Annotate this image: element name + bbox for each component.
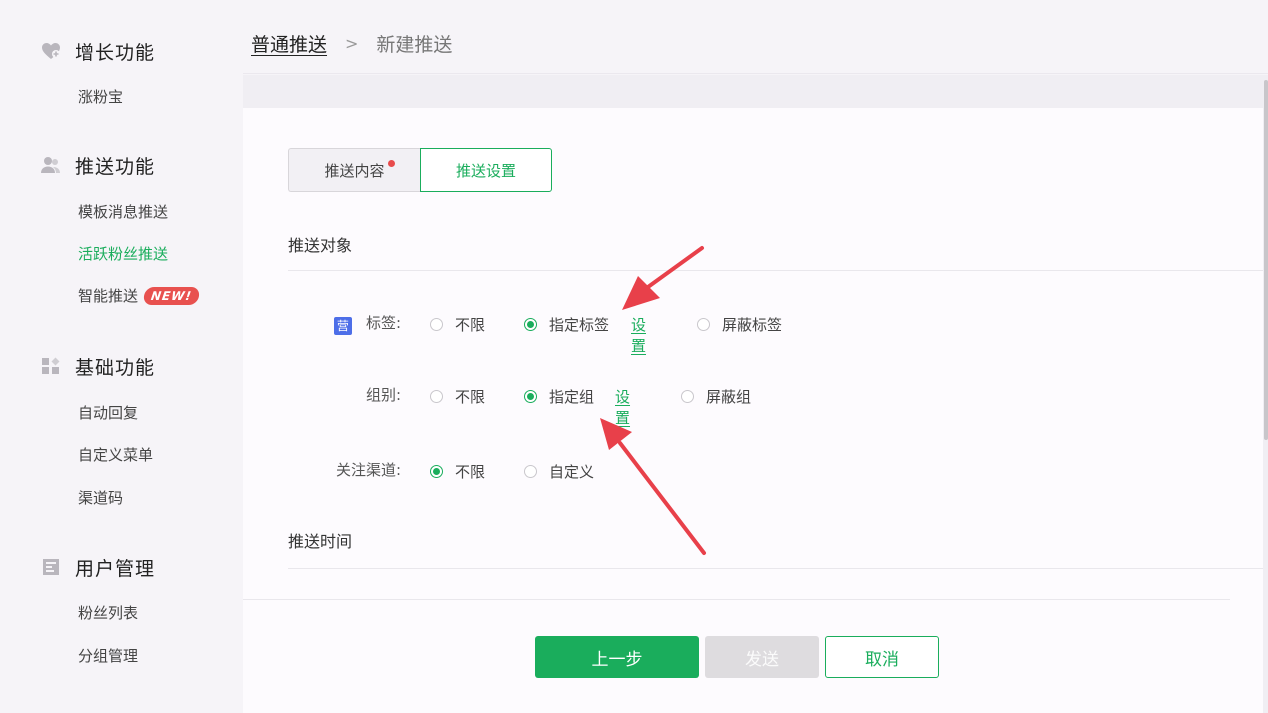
section-title-target: 推送对象 (288, 236, 353, 255)
send-button[interactable]: 发送 (705, 636, 819, 678)
breadcrumb-current: 新建推送 (376, 34, 453, 56)
sidebar-item-group-management[interactable]: 分组管理 (78, 645, 138, 667)
nav-group-title: 增长功能 (75, 41, 156, 64)
nav-group-user-management[interactable]: 用户管理 (40, 552, 155, 582)
tag-row: 营标签: 不限 指定标签 设置 屏蔽标签 (243, 312, 782, 355)
nav-group-title: 推送功能 (75, 155, 156, 178)
nav-group-push[interactable]: 推送功能 (40, 150, 155, 180)
sidebar-item-label: 智能推送 (78, 287, 139, 305)
sidebar-item-zhangfenbao[interactable]: 涨粉宝 (78, 86, 123, 108)
breadcrumb: 普通推送 > 新建推送 (251, 30, 452, 57)
tag-option-specified[interactable]: 指定标签 (524, 314, 609, 335)
sidebar-item-template-push[interactable]: 模板消息推送 (78, 201, 168, 223)
tag-option-blocked[interactable]: 屏蔽标签 (697, 314, 782, 335)
sidebar: 增长功能 涨粉宝 推送功能 模板消息推送 活跃粉丝推送 智能推送 NEW! 基础功… (0, 0, 243, 713)
divider (288, 568, 1263, 569)
section-title-time: 推送时间 (288, 532, 353, 551)
user-card-icon (40, 556, 62, 578)
option-label: 屏蔽标签 (722, 315, 783, 334)
radio-checked[interactable] (430, 464, 443, 478)
channel-row: 关注渠道: 不限 自定义 (243, 459, 594, 483)
sidebar-item-smart-push[interactable]: 智能推送 NEW! (78, 285, 201, 307)
breadcrumb-separator: > (345, 34, 359, 53)
new-badge: NEW! (142, 287, 201, 305)
tag-label-text: 标签: (365, 314, 401, 332)
tab-bar: 推送内容 推送设置 (288, 148, 552, 192)
radio-unchecked[interactable] (430, 317, 443, 331)
divider (288, 270, 1263, 271)
radio-unchecked[interactable] (524, 464, 537, 478)
prev-step-button[interactable]: 上一步 (535, 636, 699, 678)
channel-label-wrap: 关注渠道: (243, 459, 401, 483)
group-option-specified[interactable]: 指定组 (524, 386, 594, 407)
nav-group-title: 基础功能 (75, 356, 156, 379)
nav-group-title: 用户管理 (75, 557, 156, 580)
channel-label: 关注渠道: (335, 461, 401, 479)
unsaved-dot (388, 160, 395, 167)
channel-option-unlimited[interactable]: 不限 (430, 461, 485, 482)
nav-group-growth[interactable]: 增长功能 (40, 36, 155, 66)
tab-label: 推送设置 (455, 161, 516, 180)
users-icon (40, 154, 62, 176)
group-label: 组别: (365, 386, 401, 404)
option-label: 不限 (455, 462, 486, 481)
tag-label-wrap: 营标签: (243, 312, 401, 336)
group-row: 组别: 不限 指定组 设置 屏蔽组 (243, 384, 751, 427)
page-header: 普通推送 > 新建推送 (243, 0, 1268, 74)
breadcrumb-link-normal-push[interactable]: 普通推送 (251, 30, 327, 57)
sidebar-item-channel-code[interactable]: 渠道码 (78, 487, 123, 509)
option-label: 不限 (455, 315, 486, 334)
option-label: 指定组 (549, 387, 595, 406)
header-band (243, 75, 1263, 108)
sidebar-item-active-fans-push[interactable]: 活跃粉丝推送 (78, 243, 168, 265)
sidebar-item-fans-list[interactable]: 粉丝列表 (78, 602, 138, 624)
nav-group-basic[interactable]: 基础功能 (40, 351, 155, 381)
radio-checked[interactable] (524, 317, 537, 331)
tab-push-settings[interactable]: 推送设置 (420, 148, 552, 192)
radio-unchecked[interactable] (697, 317, 710, 331)
sidebar-item-custom-menu[interactable]: 自定义菜单 (78, 444, 153, 466)
heart-plus-icon (40, 40, 62, 62)
tab-push-content[interactable]: 推送内容 (288, 148, 420, 192)
ying-icon: 营 (333, 316, 352, 335)
radio-unchecked[interactable] (430, 389, 443, 403)
tag-settings-link[interactable]: 设置 (631, 314, 646, 356)
group-option-unlimited[interactable]: 不限 (430, 386, 485, 407)
footer-divider (243, 599, 1230, 600)
scrollbar-thumb[interactable] (1264, 80, 1268, 440)
group-label-wrap: 组别: (243, 384, 401, 408)
option-label: 屏蔽组 (706, 387, 752, 406)
radio-checked[interactable] (524, 389, 537, 403)
main-panel: 推送内容 推送设置 推送对象 营标签: 不限 指定标签 设置 屏蔽标签 组别: … (243, 108, 1263, 713)
tag-label: 营标签: (333, 312, 401, 335)
grid-icon (40, 355, 62, 377)
cancel-button[interactable]: 取消 (825, 636, 939, 678)
sidebar-item-auto-reply[interactable]: 自动回复 (78, 402, 138, 424)
group-option-blocked[interactable]: 屏蔽组 (681, 386, 751, 407)
group-settings-link[interactable]: 设置 (615, 386, 630, 428)
tag-option-unlimited[interactable]: 不限 (430, 314, 485, 335)
option-label: 自定义 (549, 462, 595, 481)
option-label: 不限 (455, 387, 486, 406)
tab-label: 推送内容 (324, 161, 385, 180)
channel-option-custom[interactable]: 自定义 (524, 461, 594, 482)
radio-unchecked[interactable] (681, 389, 694, 403)
option-label: 指定标签 (549, 315, 610, 334)
